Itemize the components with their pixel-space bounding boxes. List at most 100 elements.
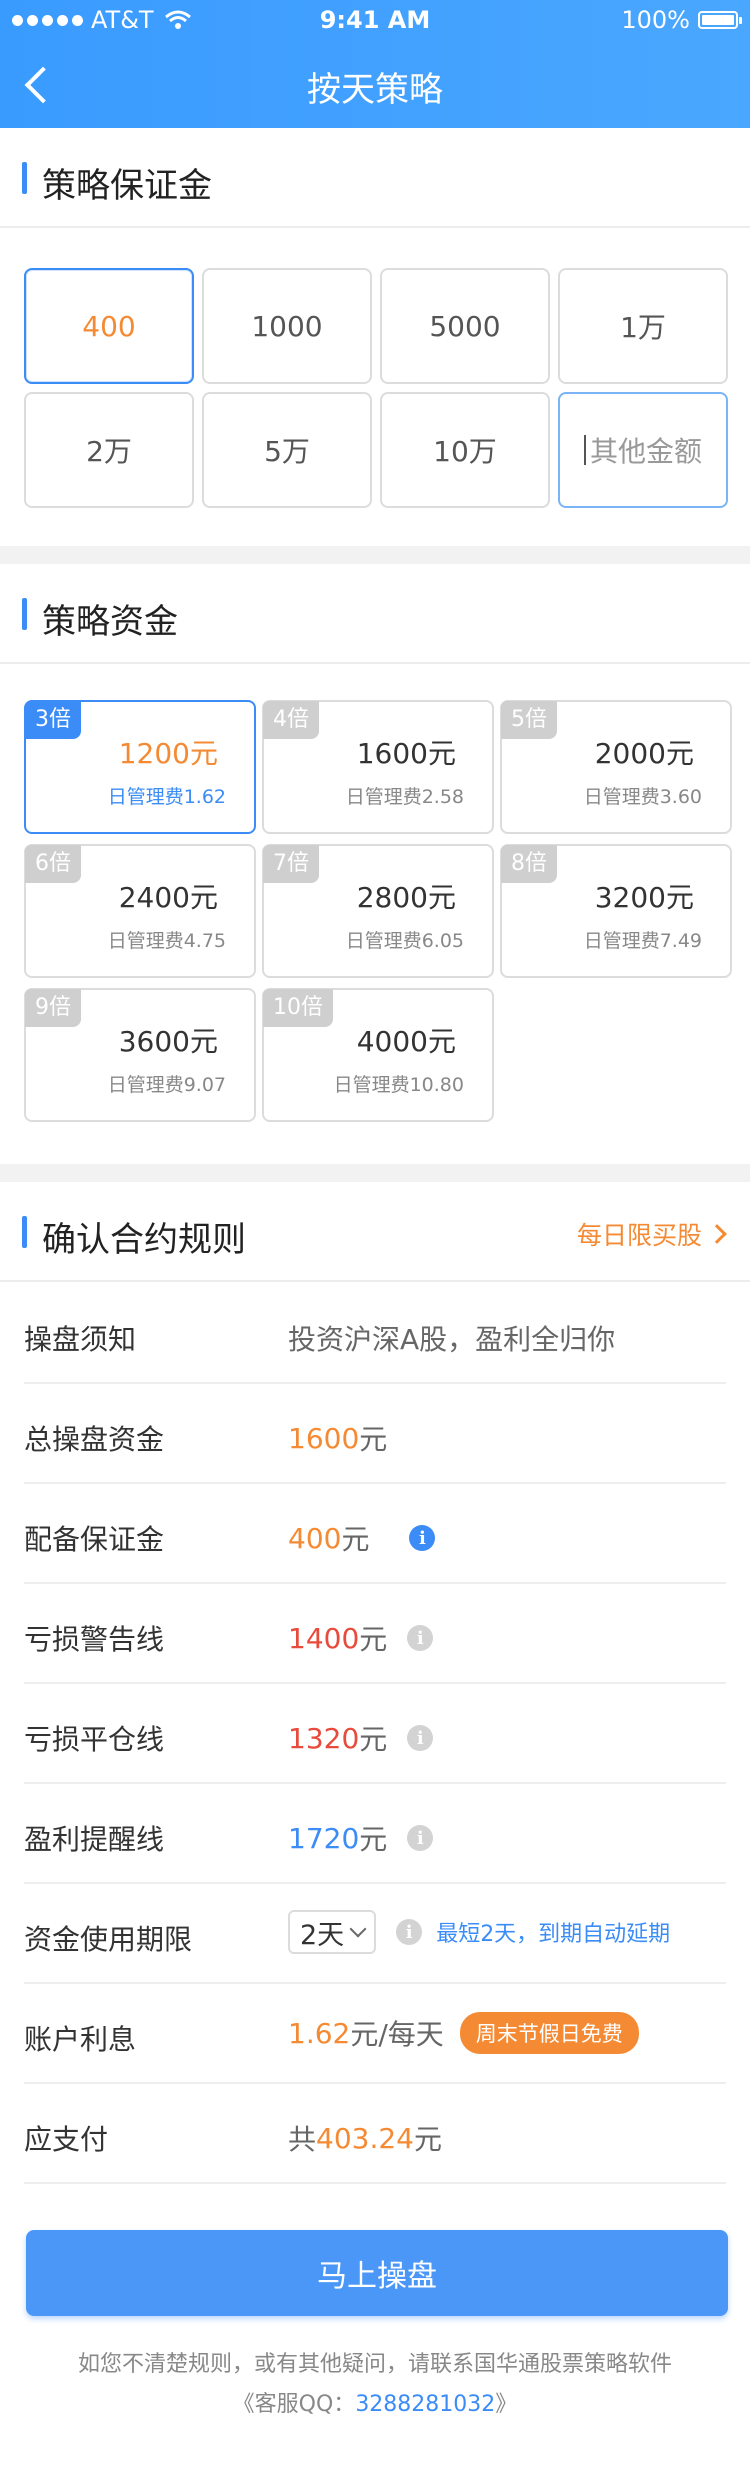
capital-card-3x[interactable]: 3倍 1200元 日管理费1.62: [24, 700, 256, 834]
footer-note: 如您不清楚规则，或有其他疑问，请联系国华通股票策略软件: [77, 2352, 672, 2377]
total-capital-value: 1600 元: [288, 1418, 387, 1458]
qq-number-link[interactable]: 3288281032: [355, 2392, 495, 2417]
multiple-badge: 8倍: [501, 845, 557, 883]
capital-card-10x[interactable]: 10倍 4000元 日管理费10.80: [262, 988, 494, 1122]
capital-card-5x[interactable]: 5倍 2000元 日管理费3.60: [500, 700, 732, 834]
deposit-option-1000[interactable]: 1000: [202, 268, 372, 384]
unit: 元: [359, 1823, 388, 1856]
info-icon[interactable]: i: [407, 1725, 434, 1751]
qq-prefix: 《客服QQ：: [232, 2392, 356, 2417]
term-dropdown[interactable]: 2天: [288, 1910, 377, 1954]
card-amount: 2000元: [594, 737, 694, 770]
capital-title: 策略资金: [42, 602, 178, 642]
multiple-badge: 6倍: [25, 845, 81, 883]
payable-amount: 403.24: [316, 2121, 414, 2155]
warning-line-label: 亏损警告线: [24, 1623, 165, 1656]
payable-prefix: 共: [288, 2123, 317, 2156]
deposit-option-5000[interactable]: 5000: [380, 268, 550, 384]
warning-line-value: 1400 元 i: [288, 1618, 434, 1658]
profit-line-label: 盈利提醒线: [24, 1823, 165, 1856]
unit: 元: [359, 1623, 388, 1656]
daily-limit-link[interactable]: 每日限买股: [577, 1216, 727, 1252]
qq-suffix: 》: [495, 2392, 518, 2417]
footer-qq: 《客服QQ：3288281032》: [0, 2386, 750, 2418]
deposit-title: 策略保证金: [42, 166, 212, 206]
profit-line-value: 1720 元 i: [288, 1818, 434, 1858]
card-fee: 日管理费2.58: [345, 786, 464, 808]
deposit-option-10k[interactable]: 1万: [558, 268, 728, 384]
multiple-badge: 5倍: [501, 701, 557, 739]
capital-card-7x[interactable]: 7倍 2800元 日管理费6.05: [262, 844, 494, 978]
warning-line-amount: 1400: [288, 1621, 360, 1655]
card-fee: 日管理费9.07: [107, 1074, 226, 1096]
rules-title: 确认合约规则: [42, 1220, 246, 1260]
interest-row: 账户利息 1.62 元/每天 周末节假日免费: [24, 1984, 726, 2084]
card-fee: 日管理费1.62: [107, 786, 226, 808]
profit-line-row: 盈利提醒线 1720 元 i: [24, 1784, 726, 1884]
info-icon[interactable]: i: [396, 1919, 423, 1945]
card-amount: 3200元: [594, 881, 694, 914]
term-row: 资金使用期限 2天 i 最短2天，到期自动延期: [24, 1884, 726, 1984]
payable-label: 应支付: [24, 2123, 109, 2156]
capital-section: 策略资金 3倍 1200元 日管理费1.62 4倍 1600元 日管理费2.58…: [0, 564, 750, 1164]
interest-amount: 1.62: [288, 2016, 351, 2050]
closeout-line-row: 亏损平仓线 1320 元 i: [24, 1684, 726, 1784]
card-amount: 2800元: [356, 881, 456, 914]
section-marker: [22, 1216, 27, 1248]
closeout-line-amount: 1320: [288, 1721, 360, 1755]
unit: 元: [359, 1423, 388, 1456]
battery-icon: [698, 11, 742, 29]
page-title: 按天策略: [307, 70, 443, 110]
capital-card-4x[interactable]: 4倍 1600元 日管理费2.58: [262, 700, 494, 834]
multiple-badge: 3倍: [25, 701, 81, 739]
custom-amount-placeholder: 其他金额: [589, 435, 702, 468]
deposit-option-50k[interactable]: 5万: [202, 392, 372, 508]
unit: 元: [341, 1523, 370, 1556]
term-label: 资金使用期限: [24, 1923, 193, 1956]
interest-value: 1.62 元/每天 周末节假日免费: [288, 2012, 639, 2054]
card-amount: 3600元: [118, 1025, 218, 1058]
deposit-header: 策略保证金: [0, 128, 750, 228]
deposit-section: 策略保证金 400 1000 5000 1万 2万 5万 10万 其他金额: [0, 128, 750, 546]
card-fee: 日管理费4.75: [107, 930, 226, 952]
deposit-option-20k[interactable]: 2万: [24, 392, 194, 508]
free-badge: 周末节假日免费: [459, 2012, 639, 2054]
capital-card-9x[interactable]: 9倍 3600元 日管理费9.07: [24, 988, 256, 1122]
custom-amount-input[interactable]: 其他金额: [558, 392, 728, 508]
card-fee: 日管理费7.49: [583, 930, 702, 952]
notice-text: 投资沪深A股，盈利全归你: [288, 1323, 616, 1356]
battery-status: 100%: [621, 6, 742, 34]
multiple-badge: 7倍: [263, 845, 319, 883]
payable-value: 共 403.24 元: [288, 2118, 442, 2158]
card-amount: 1200元: [118, 737, 218, 770]
deposit-amount: 400: [288, 1521, 342, 1555]
deposit-option-400[interactable]: 400: [24, 268, 194, 384]
total-capital-label: 总操盘资金: [24, 1423, 165, 1456]
info-icon[interactable]: i: [407, 1825, 434, 1851]
rules-header: 确认合约规则 每日限买股: [0, 1182, 750, 1282]
notice-row: 操盘须知 投资沪深A股，盈利全归你: [24, 1284, 726, 1384]
info-icon[interactable]: i: [407, 1625, 434, 1651]
app-header: AT&T 9:41 AM 100% 按天策略: [0, 0, 750, 128]
capital-card-8x[interactable]: 8倍 3200元 日管理费7.49: [500, 844, 732, 978]
deposit-option-100k[interactable]: 10万: [380, 392, 550, 508]
card-fee: 日管理费6.05: [345, 930, 464, 952]
info-icon[interactable]: i: [409, 1525, 436, 1551]
card-amount: 4000元: [356, 1025, 456, 1058]
deposit-row: 配备保证金 400 元 i: [24, 1484, 726, 1584]
text-cursor: [583, 435, 586, 465]
term-selected: 2天: [300, 1919, 345, 1951]
status-bar: AT&T 9:41 AM 100%: [0, 0, 750, 40]
capital-card-6x[interactable]: 6倍 2400元 日管理费4.75: [24, 844, 256, 978]
term-value: 2天 i 最短2天，到期自动延期: [288, 1910, 670, 1954]
capital-header: 策略资金: [0, 564, 750, 664]
total-capital-row: 总操盘资金 1600 元: [24, 1384, 726, 1484]
payable-row: 应支付 共 403.24 元: [24, 2084, 726, 2184]
card-amount: 2400元: [118, 881, 218, 914]
multiple-badge: 9倍: [25, 989, 81, 1027]
battery-label: 100%: [621, 6, 690, 34]
multiple-badge: 10倍: [263, 989, 333, 1027]
card-amount: 1600元: [356, 737, 456, 770]
card-fee: 日管理费10.80: [333, 1074, 464, 1096]
start-trading-button[interactable]: 马上操盘: [26, 2230, 728, 2316]
